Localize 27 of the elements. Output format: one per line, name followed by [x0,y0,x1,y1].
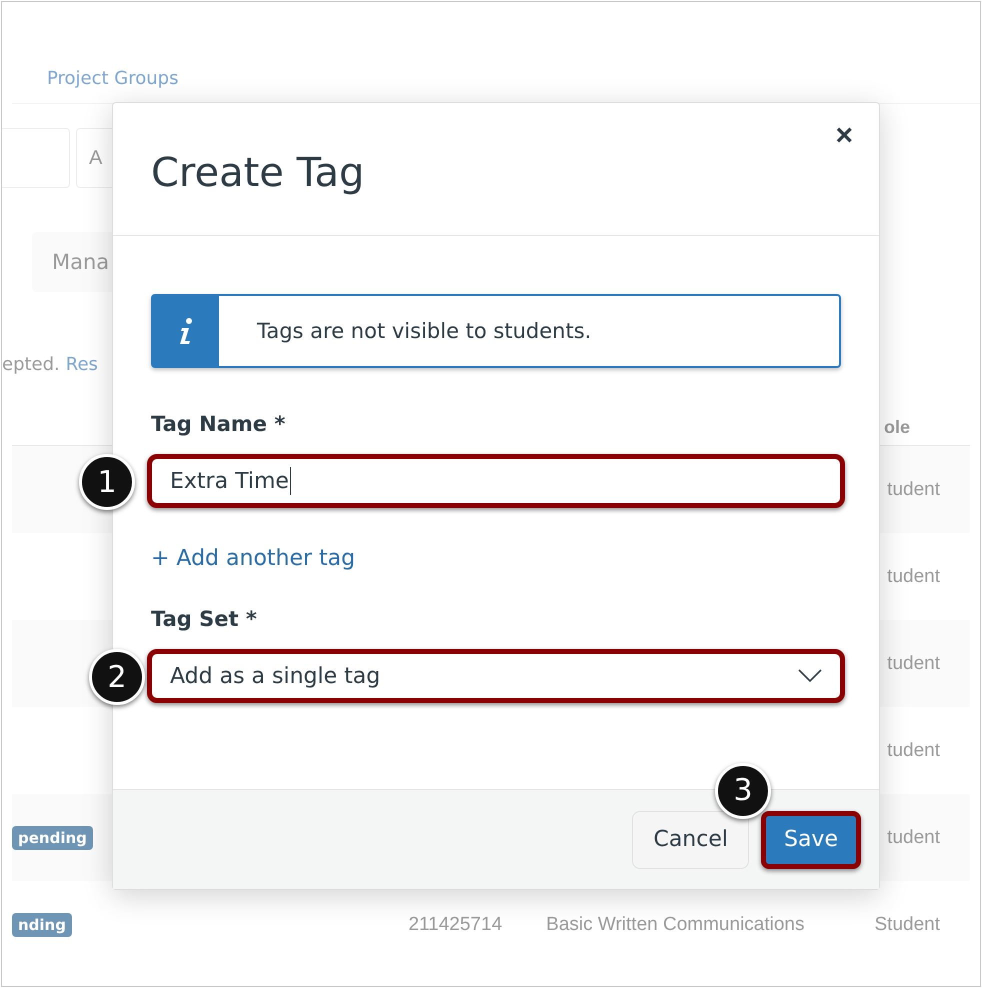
cancel-button[interactable]: Cancel [632,810,749,868]
table-cell: tudent [887,478,940,500]
table-cell: tudent [887,652,940,674]
field-label: Tag Name * [151,412,286,436]
table-cell: Student [874,914,940,936]
table-cell: tudent [887,826,940,848]
info-text: Tags are not visible to students. [257,319,592,343]
table-cell: 211425714 [408,914,502,936]
chevron-down-icon [798,669,822,683]
status-tag: nding [12,912,72,936]
info-icon [178,317,194,345]
add-tag-link[interactable]: + Add another tag [151,546,356,571]
close-button[interactable]: × [831,121,857,151]
step-number-badge: 1 [79,454,135,510]
field-label: Tag Set * [151,607,258,631]
tag-set-select[interactable]: Add as a single tag [147,649,845,703]
tag-name-field[interactable]: Extra Time [147,454,845,508]
table-cell: tudent [887,740,940,762]
table-cell: tudent [887,566,940,588]
status-tag: pending [12,826,93,850]
column-header: ole [884,417,910,438]
notice-text: epted. [2,354,60,377]
dialog-title: Create Tag [151,150,364,196]
filter-field[interactable] [2,128,70,188]
table-cell: Basic Written Communications [546,914,804,936]
step-number-badge: 2 [89,649,145,705]
save-button[interactable]: Save [760,810,861,868]
